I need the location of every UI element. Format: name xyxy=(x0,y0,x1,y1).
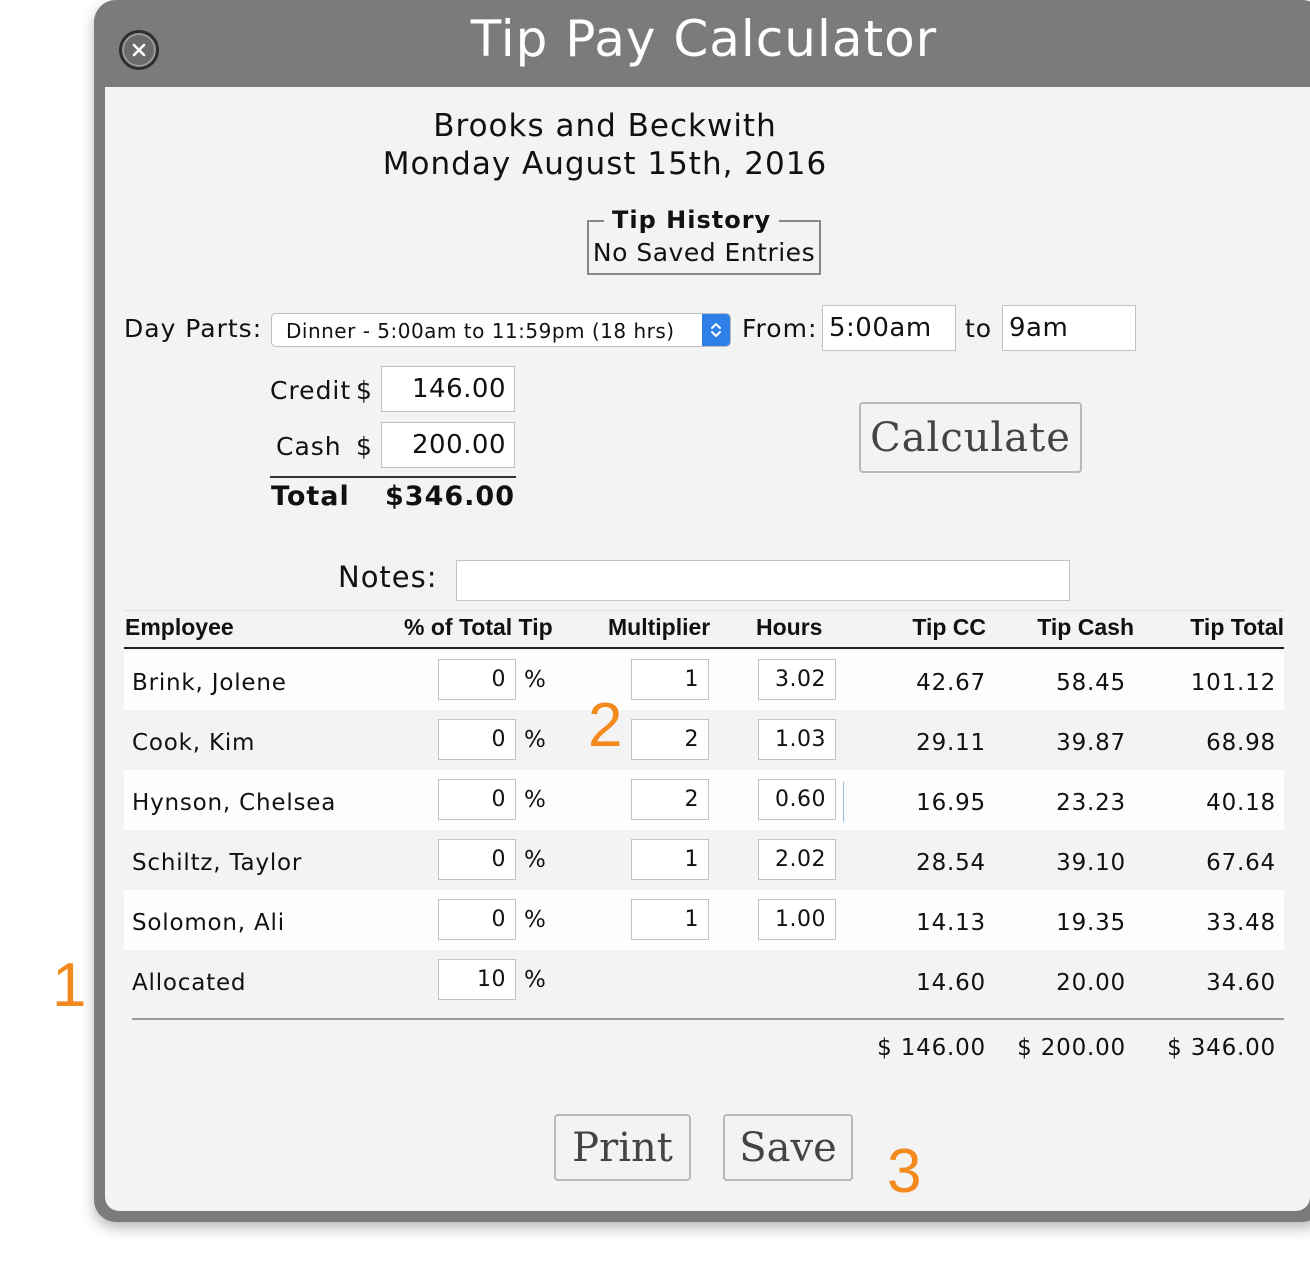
window-title: Tip Pay Calculator xyxy=(470,10,938,68)
tip-cc-value: 14.60 xyxy=(916,970,986,996)
tip-cash-value: 39.87 xyxy=(1056,730,1126,756)
tip-cash-value: 23.23 xyxy=(1056,790,1126,816)
day-parts-selected: Dinner - 5:00am to 11:59pm (18 hrs) xyxy=(286,319,675,343)
from-time-input[interactable]: 5:00am xyxy=(822,305,956,351)
tip-cash-value: 39.10 xyxy=(1056,850,1126,876)
day-parts-select[interactable]: Dinner - 5:00am to 11:59pm (18 hrs) xyxy=(271,313,731,347)
notes-label: Notes: xyxy=(338,560,438,594)
tip-total-value: 40.18 xyxy=(1206,790,1276,816)
table-header-divider xyxy=(124,647,1284,649)
multiplier-input[interactable]: 1 xyxy=(631,659,709,700)
tip-cc-value: 42.67 xyxy=(916,670,986,696)
tip-total-value: 68.98 xyxy=(1206,730,1276,756)
save-button[interactable]: Save xyxy=(723,1114,853,1181)
allocated-percent-input[interactable]: 10 xyxy=(438,959,516,1000)
employee-name: Hynson, Chelsea xyxy=(132,790,337,816)
report-date: Monday August 15th, 2016 xyxy=(382,146,828,182)
percent-input[interactable]: 0 xyxy=(438,839,516,880)
credit-input[interactable]: 146.00 xyxy=(381,366,515,412)
percent-sign: % xyxy=(524,967,547,993)
multiplier-input[interactable]: 1 xyxy=(631,899,709,940)
credit-label: Credit xyxy=(270,376,352,405)
employee-name: Brink, Jolene xyxy=(132,670,287,696)
hours-input[interactable]: 3.02 xyxy=(758,659,836,700)
multiplier-input[interactable]: 1 xyxy=(631,839,709,880)
percent-input[interactable]: 0 xyxy=(438,899,516,940)
tip-cash-value: 19.35 xyxy=(1056,910,1126,936)
tip-history-title: Tip History xyxy=(604,206,780,234)
credit-currency: $ xyxy=(356,376,373,405)
cash-input[interactable]: 200.00 xyxy=(381,422,515,468)
percent-input[interactable]: 0 xyxy=(438,779,516,820)
day-parts-label: Day Parts: xyxy=(124,314,263,343)
to-label: to xyxy=(965,314,993,343)
tip-cc-value: 14.13 xyxy=(916,910,986,936)
col-tip-cash: Tip Cash xyxy=(1037,614,1134,640)
tip-cc-value: 28.54 xyxy=(916,850,986,876)
percent-sign: % xyxy=(524,847,547,873)
tip-total-value: 34.60 xyxy=(1206,970,1276,996)
percent-sign: % xyxy=(524,667,547,693)
print-button[interactable]: Print xyxy=(554,1114,691,1181)
tip-calculator-window: Tip Pay Calculator xyxy=(94,0,1310,1222)
allocated-label: Allocated xyxy=(132,970,247,996)
text-cursor xyxy=(843,782,844,822)
employee-name: Schiltz, Taylor xyxy=(132,850,303,876)
col-employee: Employee xyxy=(125,614,234,640)
annotation-marker-2: 2 xyxy=(588,691,623,760)
total-tip-total: $ 346.00 xyxy=(1167,1035,1276,1061)
annotation-marker-1: 1 xyxy=(52,951,87,1020)
employee-name: Cook, Kim xyxy=(132,730,256,756)
tip-total-value: 33.48 xyxy=(1206,910,1276,936)
percent-sign: % xyxy=(524,787,547,813)
multiplier-input[interactable]: 2 xyxy=(631,719,709,760)
hours-input[interactable]: 2.02 xyxy=(758,839,836,880)
from-label: From: xyxy=(742,314,818,343)
tip-total-value: 101.12 xyxy=(1190,670,1276,696)
col-tip-total: Tip Total xyxy=(1190,614,1284,640)
total-tip-cc: $ 146.00 xyxy=(877,1035,986,1061)
select-arrows-icon xyxy=(702,314,730,346)
hours-input[interactable]: 1.03 xyxy=(758,719,836,760)
col-tip-cc: Tip CC xyxy=(912,614,986,640)
percent-sign: % xyxy=(524,727,547,753)
tip-history-value: No Saved Entries xyxy=(592,238,816,267)
employee-name: Solomon, Ali xyxy=(132,910,285,936)
table-top-divider xyxy=(124,610,1284,611)
total-tip-cash: $ 200.00 xyxy=(1017,1035,1126,1061)
col-hours: Hours xyxy=(756,614,823,640)
total-value: $346.00 xyxy=(385,481,515,512)
cash-currency: $ xyxy=(356,432,373,461)
hours-input[interactable]: 1.00 xyxy=(758,899,836,940)
restaurant-name: Brooks and Beckwith xyxy=(433,108,777,144)
col-percent: % of Total Tip xyxy=(404,614,553,640)
cash-label: Cash xyxy=(276,432,342,461)
tip-cc-value: 16.95 xyxy=(916,790,986,816)
col-multiplier: Multiplier xyxy=(608,614,711,640)
notes-input[interactable] xyxy=(456,560,1070,601)
percent-input[interactable]: 0 xyxy=(438,659,516,700)
tip-cc-value: 29.11 xyxy=(916,730,986,756)
calculate-button[interactable]: Calculate xyxy=(859,402,1082,473)
total-label: Total xyxy=(271,481,350,512)
hours-input[interactable]: 0.60 xyxy=(758,779,836,820)
percent-input[interactable]: 0 xyxy=(438,719,516,760)
percent-sign: % xyxy=(524,907,547,933)
annotation-marker-3: 3 xyxy=(887,1137,922,1206)
total-divider xyxy=(270,476,516,478)
multiplier-input[interactable]: 2 xyxy=(631,779,709,820)
totals-divider xyxy=(132,1018,1284,1020)
tip-total-value: 67.64 xyxy=(1206,850,1276,876)
to-time-input[interactable]: 9am xyxy=(1002,305,1136,351)
tip-cash-value: 58.45 xyxy=(1056,670,1126,696)
tip-cash-value: 20.00 xyxy=(1056,970,1126,996)
